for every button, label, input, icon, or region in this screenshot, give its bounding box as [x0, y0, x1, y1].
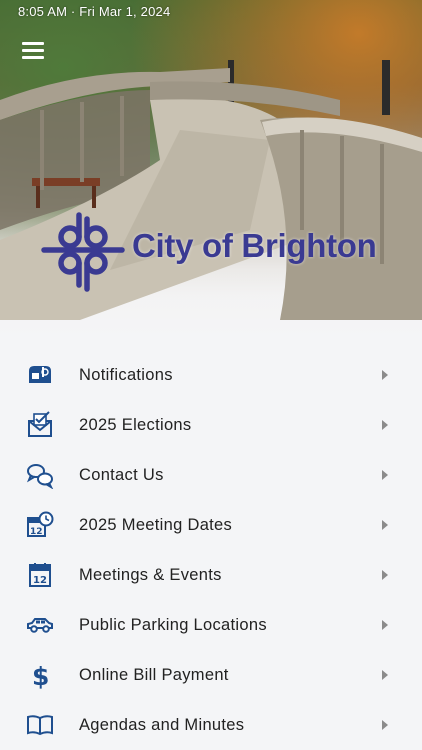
main-menu: Notifications 2025 Elections Contact Us	[0, 350, 422, 750]
menu-item-2025-meeting-dates[interactable]: 12 2025 Meeting Dates	[0, 500, 422, 550]
menu-item-notifications[interactable]: Notifications	[0, 350, 422, 400]
hamburger-menu-button[interactable]	[22, 42, 44, 59]
chevron-right-icon	[382, 570, 388, 580]
menu-item-online-bill-payment[interactable]: $ Online Bill Payment	[0, 650, 422, 700]
menu-item-label: Notifications	[79, 365, 173, 384]
menu-item-meetings-events[interactable]: 12 Meetings & Events	[0, 550, 422, 600]
chevron-right-icon	[382, 670, 388, 680]
chevron-right-icon	[382, 370, 388, 380]
chevron-right-icon	[382, 720, 388, 730]
hamburger-line	[22, 56, 44, 59]
menu-item-label: Meetings & Events	[79, 565, 222, 584]
menu-item-contact-us[interactable]: Contact Us	[0, 450, 422, 500]
menu-item-agendas-minutes[interactable]: Agendas and Minutes	[0, 700, 422, 750]
chevron-right-icon	[382, 470, 388, 480]
status-bar-datetime: 8:05 AM · Fri Mar 1, 2024	[18, 4, 171, 19]
brighton-logo-mark-icon	[41, 212, 125, 292]
menu-item-label: Public Parking Locations	[79, 615, 267, 634]
header-banner: 8:05 AM · Fri Mar 1, 2024 City of Bright…	[0, 0, 422, 336]
menu-item-label: 2025 Elections	[79, 415, 192, 434]
book-icon	[26, 711, 54, 739]
svg-text:12: 12	[30, 527, 43, 537]
menu-item-label: 2025 Meeting Dates	[79, 515, 233, 534]
menu-item-2025-elections[interactable]: 2025 Elections	[0, 400, 422, 450]
hamburger-line	[22, 49, 44, 52]
mailbox-icon	[26, 361, 54, 389]
hamburger-line	[22, 42, 44, 45]
menu-item-label: Contact Us	[79, 465, 164, 484]
chevron-right-icon	[382, 620, 388, 630]
car-icon	[26, 611, 54, 639]
calendar-clock-icon: 12	[26, 511, 54, 539]
chevron-right-icon	[382, 520, 388, 530]
svg-text:12: 12	[33, 575, 47, 586]
chat-bubbles-icon	[26, 461, 54, 489]
menu-item-label: Online Bill Payment	[79, 665, 229, 684]
city-name-logo-text: City of Brighton	[132, 227, 377, 264]
menu-item-label: Agendas and Minutes	[79, 715, 245, 734]
svg-text:$: $	[32, 662, 49, 689]
dollar-icon: $	[26, 661, 54, 689]
chevron-right-icon	[382, 420, 388, 430]
ballot-envelope-icon	[26, 411, 54, 439]
city-logo: City of Brighton	[40, 207, 390, 297]
calendar-icon: 12	[26, 561, 54, 589]
menu-item-public-parking[interactable]: Public Parking Locations	[0, 600, 422, 650]
